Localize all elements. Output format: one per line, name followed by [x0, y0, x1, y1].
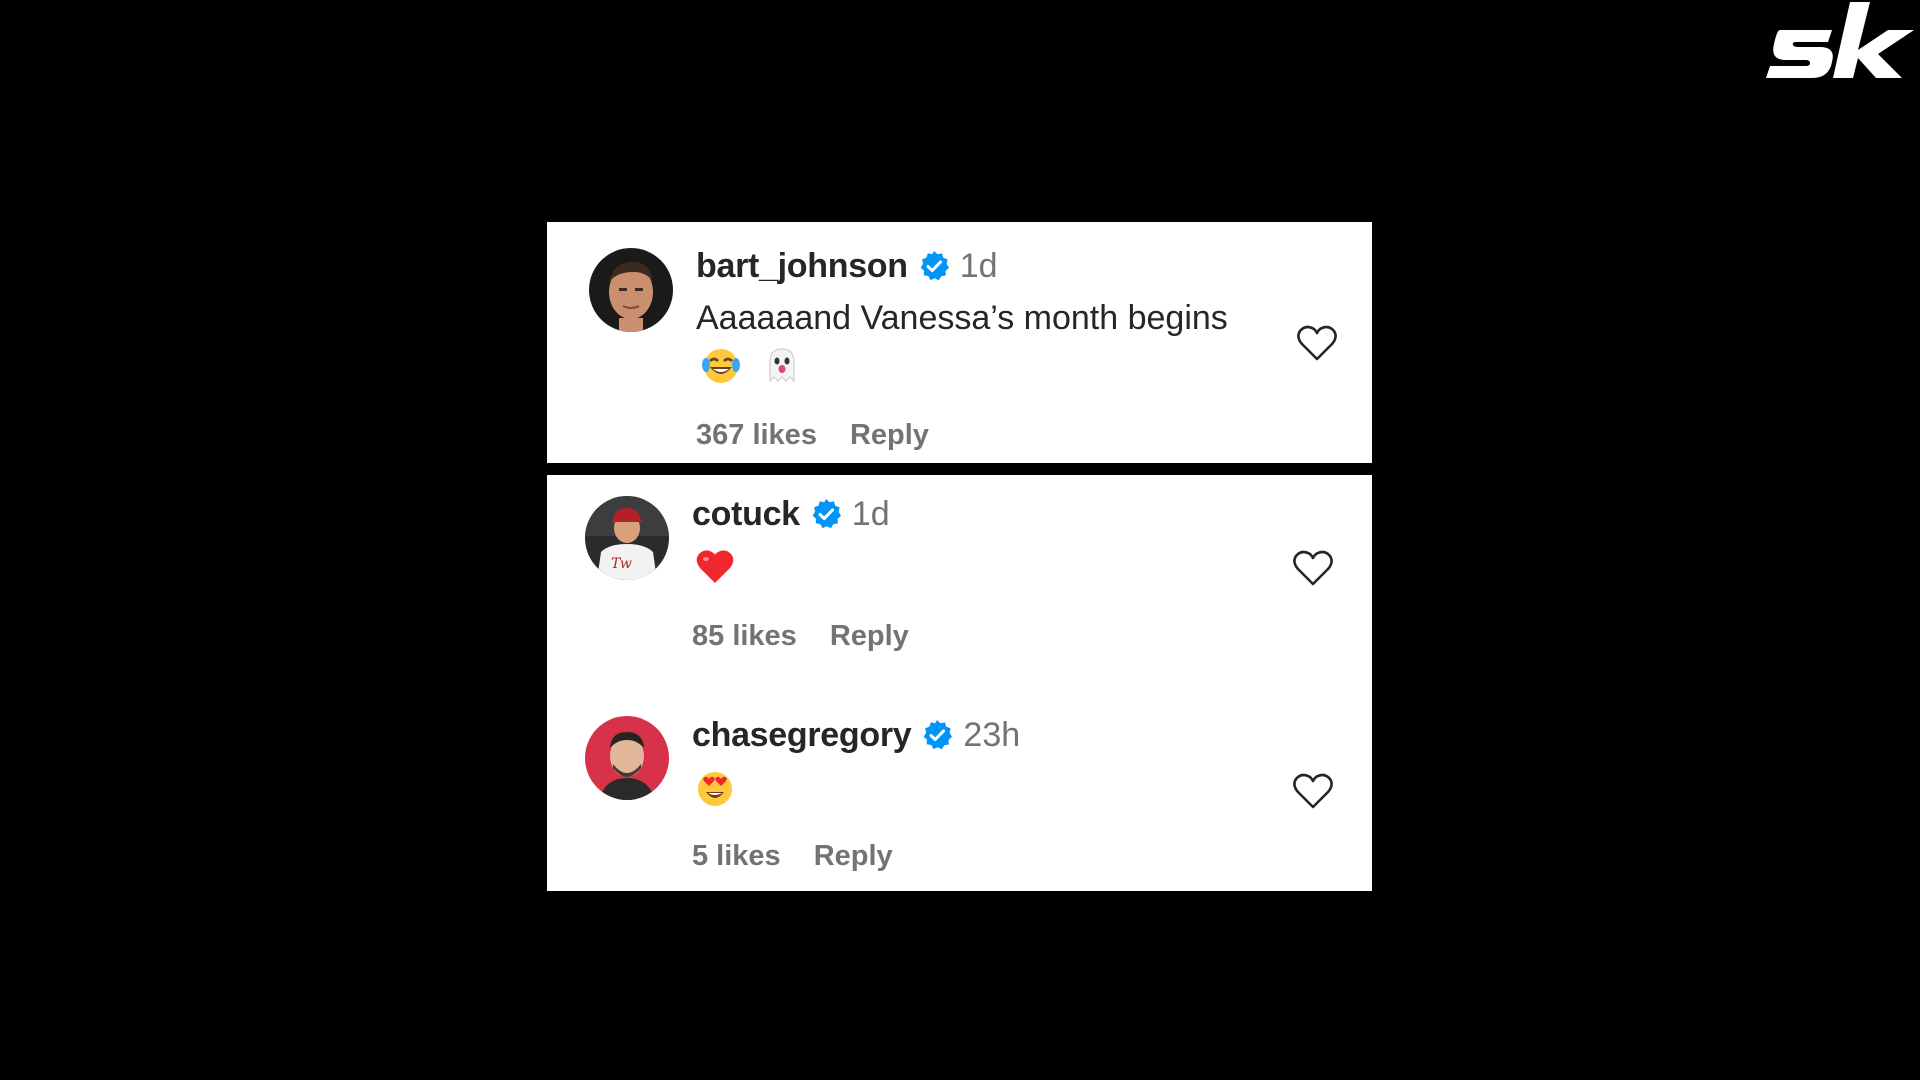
username[interactable]: cotuck — [692, 495, 800, 534]
smiling-face-with-heart-eyes-emoji — [695, 768, 735, 808]
svg-text:Tw: Tw — [611, 556, 632, 572]
reply-button[interactable]: Reply — [850, 419, 929, 452]
verified-badge-icon — [918, 250, 950, 282]
reply-button[interactable]: Reply — [814, 840, 893, 873]
red-heart-emoji — [695, 547, 735, 587]
verified-badge-icon — [921, 719, 953, 751]
ghost-emoji — [762, 345, 802, 385]
comment-card-2: Tw cotuck 1d 85 likes Reply chasegregory… — [547, 475, 1372, 891]
comment-card-1: bart_johnson 1d Aaaaaand Vanessa’s month… — [547, 222, 1372, 463]
like-heart-icon[interactable] — [1292, 771, 1334, 811]
timestamp: 23h — [963, 715, 1021, 754]
avatar[interactable] — [589, 248, 673, 332]
reply-button[interactable]: Reply — [830, 620, 909, 653]
likes-count[interactable]: 367 likes — [696, 419, 817, 452]
like-heart-icon[interactable] — [1292, 548, 1334, 588]
avatar[interactable]: Tw — [585, 496, 669, 580]
timestamp: 1d — [851, 494, 890, 533]
like-heart-icon[interactable] — [1296, 323, 1338, 363]
comment-text: Aaaaaand Vanessa’s month begins — [696, 299, 1228, 337]
avatar[interactable] — [585, 716, 669, 800]
face-with-tears-of-joy-emoji — [701, 345, 741, 385]
sk-logo — [1762, 0, 1920, 82]
likes-count[interactable]: 5 likes — [692, 840, 781, 873]
username[interactable]: chasegregory — [692, 716, 912, 755]
verified-badge-icon — [810, 498, 842, 530]
likes-count[interactable]: 85 likes — [692, 620, 797, 653]
timestamp: 1d — [959, 246, 998, 285]
username[interactable]: bart_johnson — [696, 247, 908, 286]
